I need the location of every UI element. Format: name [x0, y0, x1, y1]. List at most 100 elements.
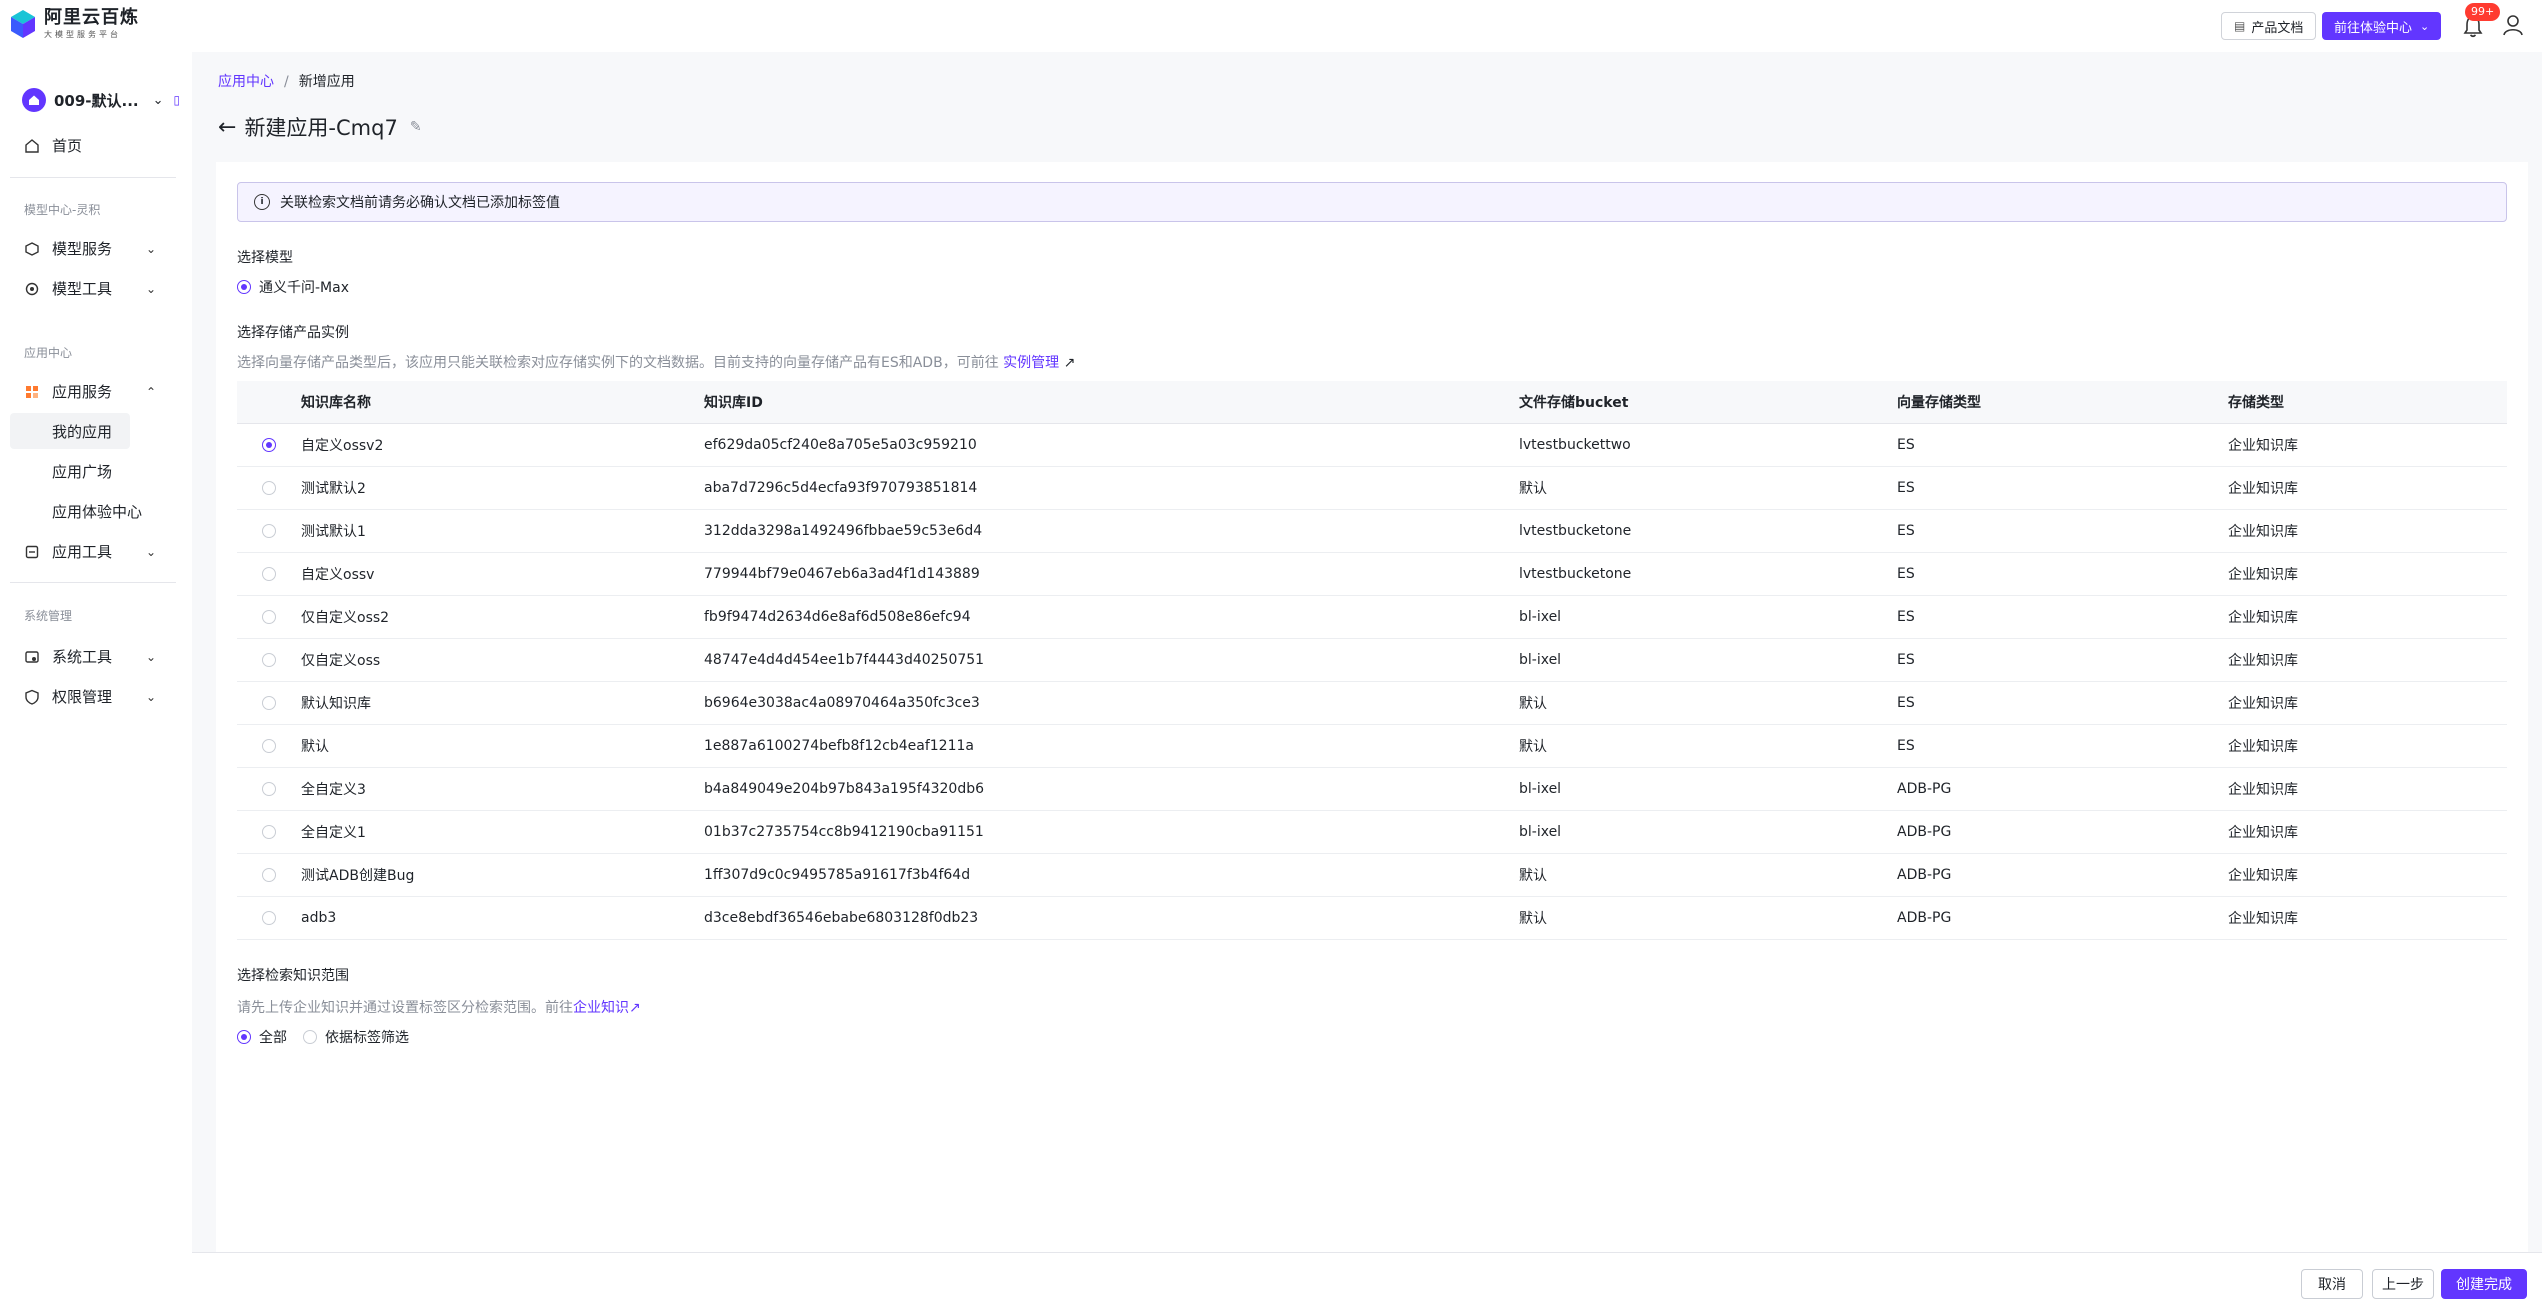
- table-row[interactable]: 默认知识库 b6964e3038ac4a08970464a350fc3ce3 默认 E…: [237, 682, 2507, 725]
- workspace-selector[interactable]: 009-默认... ⌄ ▯: [22, 88, 182, 112]
- user-icon[interactable]: [2501, 13, 2525, 37]
- brand-subtitle: 大模型服务平台: [44, 30, 121, 39]
- cell-id: 312dda3298a1492496fbbae59c53e6d4: [704, 523, 983, 539]
- table-row[interactable]: 自定义ossv2 ef629da05cf240e8a705e5a03c959210…: [237, 424, 2507, 467]
- cell-id: 1ff307d9c0c9495785a91617f3b4f64d: [704, 867, 971, 883]
- cell-id: b6964e3038ac4a08970464a350fc3ce3: [704, 695, 980, 711]
- experience-center-label: 前往体验中心: [2334, 20, 2413, 36]
- row-radio[interactable]: [262, 653, 276, 667]
- sidebar-item-permissions[interactable]: 权限管理 ⌄: [24, 686, 156, 707]
- table-row[interactable]: 全自定义1 01b37c2735754cc8b9412190cba91151 bl-…: [237, 811, 2507, 854]
- previous-step-button[interactable]: 上一步: [2372, 1269, 2434, 1299]
- section-label-model: 模型中心-灵积: [24, 203, 101, 217]
- chevron-down-icon: ⌄: [146, 544, 157, 559]
- cell-id: 48747e4d4d454ee1b7f4443d40250751: [704, 652, 985, 668]
- product-docs-button[interactable]: ▤ 产品文档: [2221, 12, 2317, 40]
- cell-vector-type: ES: [1897, 437, 1915, 453]
- table-row[interactable]: adb3 d3ce8ebdf36546ebabe6803128f0db23 默认 AD…: [237, 897, 2507, 940]
- footer-bar: [192, 1252, 2542, 1313]
- sidebar-divider: [10, 177, 176, 178]
- brand-logo[interactable]: 阿里云百炼 大模型服务平台: [10, 9, 139, 39]
- model-radio-qwen-max[interactable]: 通义千问-Max: [237, 277, 349, 297]
- cancel-button[interactable]: 取消: [2301, 1269, 2363, 1299]
- table-row[interactable]: 测试默认2 aba7d7296c5d4ecfa93f970793851814 默认 E…: [237, 467, 2507, 510]
- cell-storage-type: 企业知识库: [2228, 567, 2298, 583]
- app-tools-icon: [25, 545, 39, 558]
- row-radio[interactable]: [262, 524, 276, 538]
- breadcrumb-parent-link[interactable]: 应用中心: [218, 74, 274, 90]
- instance-management-link[interactable]: 实例管理: [1003, 355, 1059, 371]
- cell-name: 测试默认1: [301, 524, 366, 540]
- cell-bucket: 默认: [1519, 696, 1547, 712]
- scope-all-radio[interactable]: [237, 1030, 251, 1044]
- cell-vector-type: ADB-PG: [1897, 910, 1952, 926]
- sidebar-item-app-square[interactable]: 应用广场: [52, 461, 112, 482]
- info-icon: i: [254, 194, 270, 210]
- row-radio[interactable]: [262, 567, 276, 581]
- back-arrow-icon[interactable]: ←: [218, 115, 236, 140]
- cell-storage-type: 企业知识库: [2228, 911, 2298, 927]
- scope-tag-radio[interactable]: [303, 1030, 317, 1044]
- sidebar-item-home[interactable]: 首页: [24, 135, 82, 156]
- cell-bucket: lvtestbuckettwo: [1519, 437, 1631, 453]
- sidebar-item-app-experience[interactable]: 应用体验中心: [52, 501, 142, 522]
- cell-vector-type: ES: [1897, 523, 1915, 539]
- enterprise-knowledge-link[interactable]: 企业知识: [573, 1000, 629, 1016]
- cell-vector-type: ES: [1897, 566, 1915, 582]
- col-header-bucket: 文件存储bucket: [1519, 395, 1629, 411]
- scope-hint-text: 请先上传企业知识并通过设置标签区分检索范围。前往: [237, 1000, 573, 1016]
- scope-tag-label: 依据标签筛选: [325, 1030, 409, 1046]
- row-radio[interactable]: [262, 782, 276, 796]
- cell-id: 779944bf79e0467eb6a3ad4f1d143889: [704, 566, 980, 582]
- top-bar: 阿里云百炼 大模型服务平台 ▤ 产品文档 前往体验中心 ⌄ 99+: [0, 0, 2542, 52]
- row-radio[interactable]: [262, 825, 276, 839]
- breadcrumb: 应用中心 / 新增应用: [218, 71, 355, 91]
- table-row[interactable]: 自定义ossv 779944bf79e0467eb6a3ad4f1d143889 l…: [237, 553, 2507, 596]
- external-link-icon[interactable]: ↗: [1064, 355, 1076, 371]
- cell-name: 自定义ossv2: [301, 438, 384, 454]
- page-header: ← 新建应用-Cmq7 ✎: [218, 112, 422, 142]
- row-radio[interactable]: [262, 696, 276, 710]
- storage-hint-text: 选择向量存储产品类型后，该应用只能关联检索对应存储实例下的文档数据。目前支持的向…: [237, 355, 999, 371]
- product-docs-label: 产品文档: [2251, 20, 2304, 36]
- workspace-edit-icon[interactable]: ▯: [174, 93, 181, 107]
- radio-selected[interactable]: [237, 280, 251, 294]
- table-row[interactable]: 测试默认1 312dda3298a1492496fbbae59c53e6d4 lvt…: [237, 510, 2507, 553]
- sidebar-item-label: 权限管理: [52, 688, 113, 706]
- page-title: 新建应用-Cmq7: [244, 116, 398, 140]
- row-radio[interactable]: [262, 610, 276, 624]
- row-radio[interactable]: [262, 438, 276, 452]
- row-radio[interactable]: [262, 481, 276, 495]
- cell-bucket: lvtestbucketone: [1519, 566, 1632, 582]
- chevron-down-icon: ⌄: [146, 649, 157, 664]
- table-row[interactable]: 默认 1e887a6100274befb8f12cb4eaf1211a 默认 ES 企业…: [237, 725, 2507, 768]
- app-grid-icon: [26, 385, 38, 398]
- sidebar-item-app-tools[interactable]: 应用工具 ⌄: [24, 541, 156, 562]
- sidebar-item-my-apps[interactable]: 我的应用: [52, 421, 112, 442]
- sidebar-item-model-service[interactable]: 模型服务 ⌄: [24, 238, 156, 259]
- scope-radio-group: 全部 依据标签筛选: [237, 1027, 409, 1047]
- row-radio[interactable]: [262, 868, 276, 882]
- table-row[interactable]: 全自定义3 b4a849049e204b97b843a195f4320db6 bl-…: [237, 768, 2507, 811]
- table-row[interactable]: 测试ADB创建Bug 1ff307d9c0c9495785a91617f3b4f6…: [237, 854, 2507, 897]
- workspace-name: 009-默认...: [54, 91, 139, 110]
- cell-storage-type: 企业知识库: [2228, 438, 2298, 454]
- sidebar-item-label: 系统工具: [52, 648, 113, 666]
- row-radio[interactable]: [262, 739, 276, 753]
- sidebar-item-system-tools[interactable]: 系统工具 ⌄: [24, 646, 156, 667]
- document-icon: ▤: [2234, 19, 2246, 33]
- cell-bucket: 默认: [1519, 739, 1547, 755]
- cell-storage-type: 企业知识库: [2228, 610, 2298, 626]
- cell-name: 自定义ossv: [301, 567, 375, 583]
- table-row[interactable]: 仅自定义oss 48747e4d4d454ee1b7f4443d40250751 b…: [237, 639, 2507, 682]
- notice-text: 关联检索文档前请务必确认文档已添加标签值: [280, 195, 560, 211]
- sidebar-item-model-tools[interactable]: 模型工具 ⌄: [24, 278, 156, 299]
- edit-title-icon[interactable]: ✎: [410, 119, 422, 135]
- sidebar-item-app-service[interactable]: 应用服务 ⌃: [24, 381, 156, 402]
- create-finish-button[interactable]: 创建完成: [2441, 1269, 2527, 1299]
- experience-center-button[interactable]: 前往体验中心 ⌄: [2322, 12, 2442, 40]
- external-link-icon[interactable]: ↗: [629, 1000, 641, 1016]
- row-radio[interactable]: [262, 911, 276, 925]
- section-label-app: 应用中心: [24, 346, 73, 360]
- table-row[interactable]: 仅自定义oss2 fb9f9474d2634d6e8af6d508e86efc94…: [237, 596, 2507, 639]
